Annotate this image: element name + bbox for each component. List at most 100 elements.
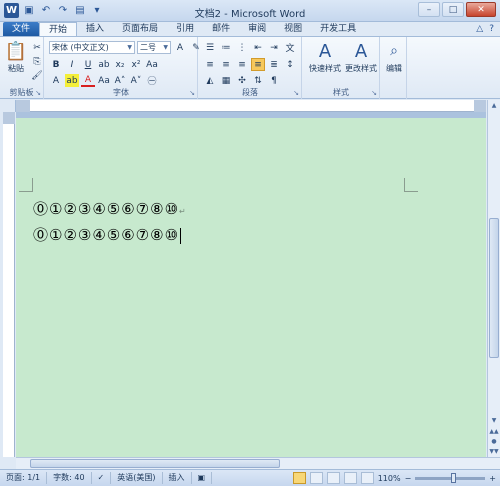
minimize-ribbon-icon[interactable]: △ [476, 24, 483, 34]
font-size-icon[interactable]: A [173, 41, 187, 54]
copy-icon[interactable]: ⎘ [30, 55, 44, 68]
full-screen-view-button[interactable] [309, 472, 323, 484]
macro-record-icon[interactable]: ▣ [192, 472, 213, 484]
align-left-icon[interactable]: ≡ [203, 58, 217, 71]
justify-icon[interactable]: ≡ [251, 58, 265, 71]
horizontal-scroll-thumb[interactable] [30, 459, 280, 468]
zoom-slider-knob[interactable] [451, 472, 457, 483]
subscript-icon[interactable]: x₂ [113, 58, 127, 71]
outline-view-button[interactable] [343, 472, 357, 484]
circled-numbers-line-1: ⓪①②③④⑤⑥⑦⑧⑩ [33, 200, 180, 218]
horizontal-ruler[interactable] [16, 100, 486, 112]
font-launcher-icon[interactable]: ↘ [189, 89, 195, 97]
vertical-ruler[interactable] [3, 112, 15, 457]
align-right-icon[interactable]: ≡ [235, 58, 249, 71]
text-line-2[interactable]: ⓪①②③④⑤⑥⑦⑧⑩ [33, 224, 182, 245]
web-layout-view-button[interactable] [326, 472, 340, 484]
sort-icon[interactable]: ⇅ [251, 74, 265, 87]
editing-button[interactable]: ⌕ 编辑 [381, 39, 407, 74]
tab-mailings[interactable]: 邮件 [203, 22, 239, 36]
help-icon[interactable]: ? [489, 24, 494, 34]
minimize-button[interactable]: – [418, 2, 440, 17]
tab-review[interactable]: 审阅 [239, 22, 275, 36]
highlight-icon[interactable]: ab [65, 74, 79, 87]
zoom-slider[interactable] [415, 472, 486, 483]
align-center-icon[interactable]: ≡ [219, 58, 233, 71]
document-page[interactable]: ⓪①②③④⑤⑥⑦⑧⑩↵ ⓪①②③④⑤⑥⑦⑧⑩ [16, 118, 486, 457]
shrink-font-icon[interactable]: A˅ [129, 74, 143, 87]
enclose-char-icon[interactable]: ㊀ [145, 74, 159, 87]
paragraph-group-label: 段落 [242, 88, 258, 97]
text-effects-icon[interactable]: A [49, 74, 63, 87]
zoom-in-icon[interactable]: + [489, 474, 496, 483]
title-bar: W ▣ ↶ ↷ ▤ ▾ 文档2 - Microsoft Word – □ ✕ [0, 0, 500, 22]
line-spacing-icon[interactable]: ↕ [283, 58, 297, 71]
tab-references[interactable]: 引用 [167, 22, 203, 36]
text-cursor [180, 227, 182, 244]
tab-developer[interactable]: 开发工具 [311, 22, 365, 36]
change-case-icon[interactable]: Aa [145, 58, 159, 71]
styles-group: A 快速样式 A 更改样式 样式 ↘ [303, 37, 380, 99]
decrease-indent-icon[interactable]: ⇤ [251, 41, 265, 54]
grow-font-icon[interactable]: A˄ [113, 74, 127, 87]
change-styles-icon: A [354, 40, 368, 62]
proofing-icon[interactable]: ✓ [92, 472, 112, 484]
document-area[interactable]: ⓪①②③④⑤⑥⑦⑧⑩↵ ⓪①②③④⑤⑥⑦⑧⑩ [16, 112, 486, 457]
zoom-level[interactable]: 110% [378, 474, 401, 483]
numbering-icon[interactable]: ≔ [219, 41, 233, 54]
distributed-icon[interactable]: ≣ [267, 58, 281, 71]
page-count[interactable]: 页面: 1/1 [0, 472, 48, 484]
show-marks-icon[interactable]: ¶ [267, 74, 281, 87]
tab-file[interactable]: 文件 [3, 22, 40, 36]
draft-view-button[interactable] [360, 472, 374, 484]
asian-layout-icon[interactable]: 文 [283, 41, 297, 54]
paragraph-launcher-icon[interactable]: ↘ [293, 89, 299, 97]
tab-insert[interactable]: 插入 [77, 22, 113, 36]
change-styles-button[interactable]: A 更改样式 [345, 39, 377, 74]
clipboard-launcher-icon[interactable]: ↘ [35, 89, 41, 97]
bold-icon[interactable]: B [49, 58, 63, 71]
text-line-1[interactable]: ⓪①②③④⑤⑥⑦⑧⑩↵ [33, 198, 187, 219]
strikethrough-icon[interactable]: ab [97, 58, 111, 71]
chinese-layout-icon[interactable]: ✣ [235, 74, 249, 87]
zoom-out-icon[interactable]: − [405, 474, 412, 483]
scroll-up-icon[interactable]: ▲ [488, 100, 500, 111]
cut-icon[interactable]: ✂ [30, 41, 44, 54]
borders-icon[interactable]: ▦ [219, 74, 233, 87]
char-shading-icon[interactable]: Aa [97, 74, 111, 87]
vertical-scroll-thumb[interactable] [489, 218, 499, 358]
italic-icon[interactable]: I [65, 58, 79, 71]
horizontal-scrollbar[interactable] [16, 457, 500, 469]
paste-button[interactable]: 📋 粘贴 [3, 39, 29, 74]
font-name-combo[interactable]: 宋体 (中文正文) ▼ [49, 41, 135, 54]
ruler-right-margin [474, 100, 486, 112]
underline-icon[interactable]: U [81, 58, 95, 71]
print-layout-view-button[interactable] [292, 472, 306, 484]
quick-styles-button[interactable]: A 快速样式 [309, 39, 341, 74]
format-painter-icon[interactable]: 🖌 [30, 69, 44, 82]
ruler-toggle[interactable] [0, 100, 16, 112]
insert-mode[interactable]: 插入 [163, 472, 192, 484]
word-count[interactable]: 字数: 40 [47, 472, 92, 484]
shading-icon[interactable]: ◭ [203, 74, 217, 87]
styles-launcher-icon[interactable]: ↘ [371, 89, 377, 97]
tab-home[interactable]: 开始 [39, 22, 78, 36]
bullets-icon[interactable]: ☰ [203, 41, 217, 54]
vertical-scrollbar[interactable]: ▲ ▼ ▲▲ ● ▼▼ [487, 100, 500, 457]
tab-view[interactable]: 视图 [275, 22, 311, 36]
superscript-icon[interactable]: x² [129, 58, 143, 71]
editing-label: 编辑 [386, 64, 402, 73]
language-indicator[interactable]: 英语(美国) [111, 472, 163, 484]
paragraph-group: ☰ ≔ ⋮ ⇤ ⇥ 文 ≡ ≡ ≡ ≡ ≣ ↕ ◭ ▦ ✣ ⇅ ¶ 段落 ↘ [199, 37, 302, 99]
close-button[interactable]: ✕ [466, 2, 496, 17]
font-color-icon[interactable]: A [81, 74, 95, 87]
maximize-button[interactable]: □ [442, 2, 464, 17]
change-styles-label: 更改样式 [345, 64, 377, 73]
scroll-down-icon[interactable]: ▼ [488, 415, 500, 426]
increase-indent-icon[interactable]: ⇥ [267, 41, 281, 54]
font-group-label: 字体 [113, 88, 129, 97]
tab-page-layout[interactable]: 页面布局 [113, 22, 167, 36]
next-page-icon[interactable]: ▼▼ [488, 446, 500, 457]
multilevel-list-icon[interactable]: ⋮ [235, 41, 249, 54]
font-size-combo[interactable]: 二号 ▼ [137, 41, 171, 54]
